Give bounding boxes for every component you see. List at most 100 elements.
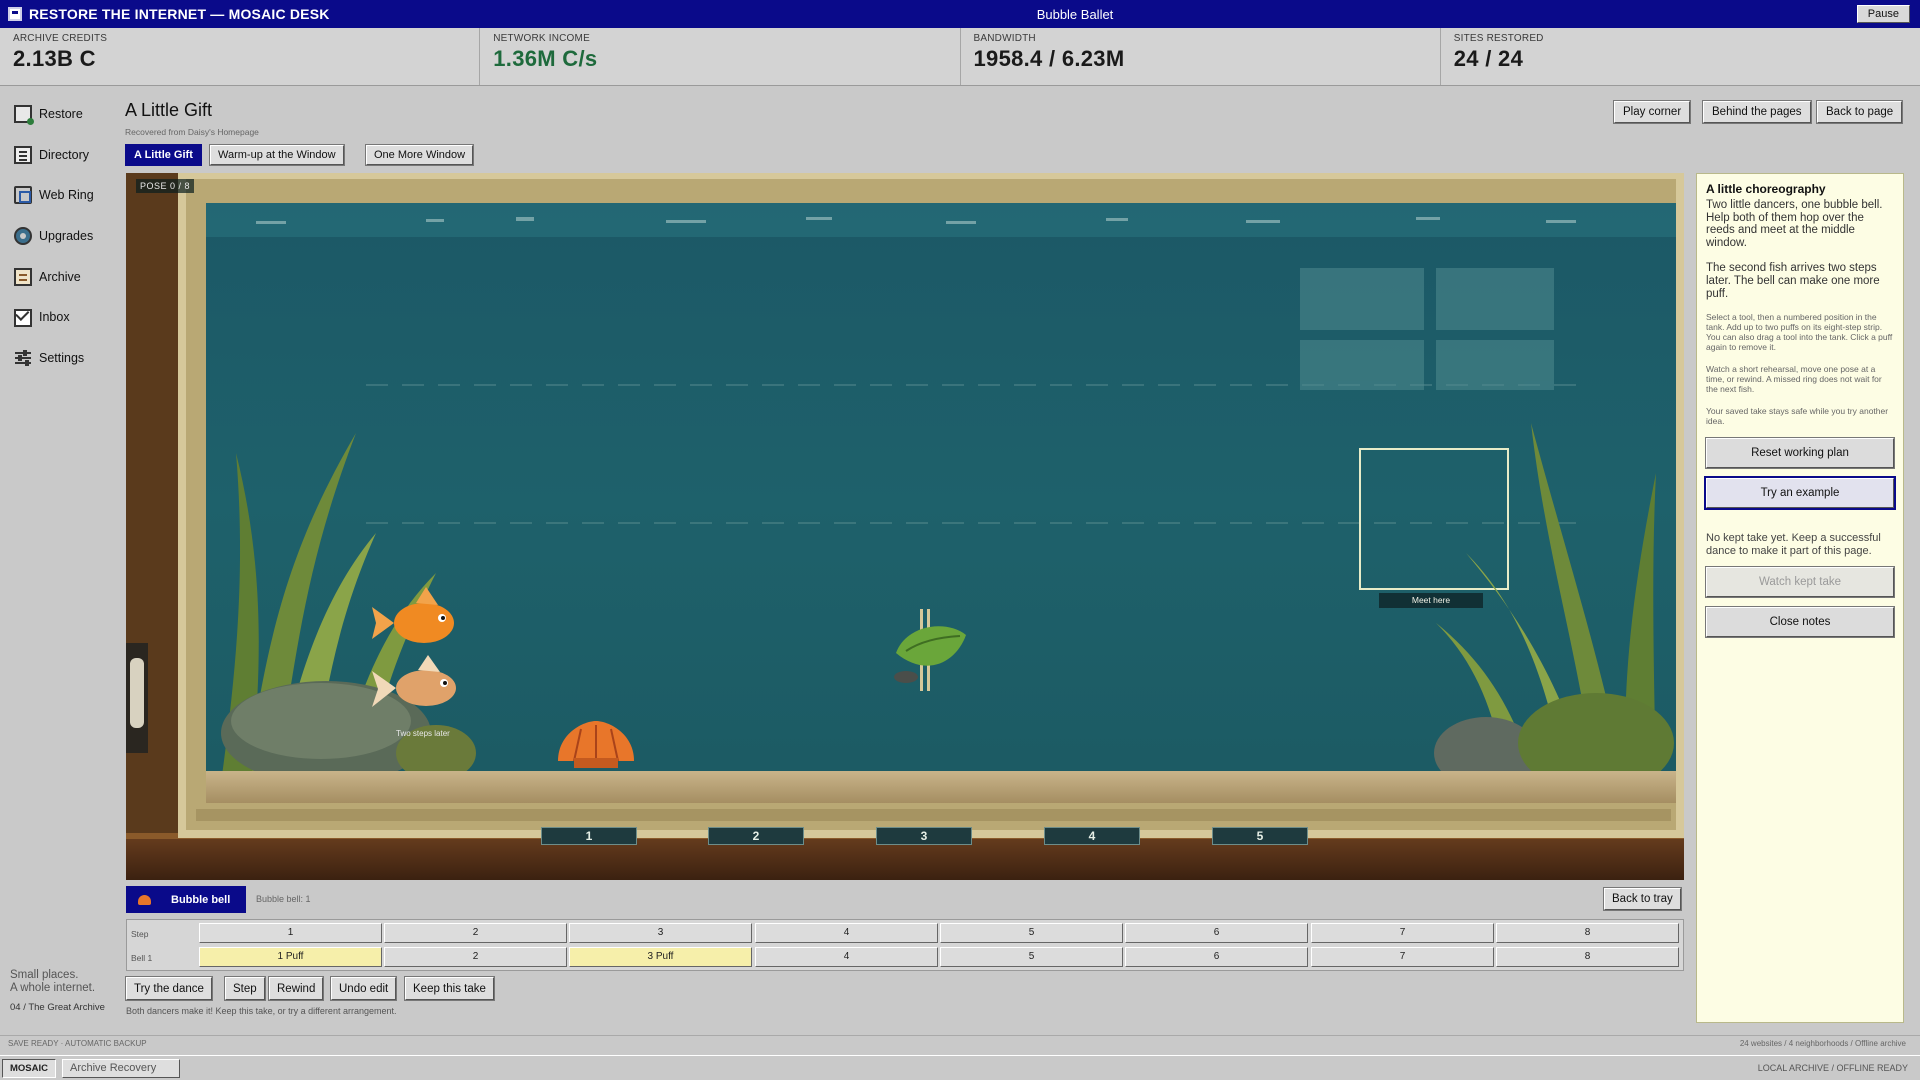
stats-bar: ARCHIVE CREDITS 2.13B C NETWORK INCOME 1… [0,28,1920,86]
close-notes-button[interactable]: Close notes [1705,606,1895,639]
position-slot[interactable]: 5 [1212,827,1308,845]
bell-cell-puff[interactable]: 1 Puff [199,947,382,967]
save-status: SAVE READY · AUTOMATIC BACKUP [8,1039,147,1048]
bell-cell[interactable]: 8 [1496,947,1679,967]
pose-counter: POSE 0 / 8 [136,179,195,193]
notes-title: A little choreography [1706,182,1826,196]
sidebar-item-label: Web Ring [39,188,94,202]
restore-icon [14,105,34,125]
watch-kept-take-button[interactable]: Watch kept take [1705,566,1895,599]
bell-cell[interactable]: 4 [755,947,938,967]
keep-this-take-button[interactable]: Keep this take [404,976,495,1001]
back-to-tray-button[interactable]: Back to tray [1603,887,1682,911]
step-cell: 6 [1125,923,1308,943]
play-corner-button[interactable]: Play corner [1612,100,1692,124]
sidebar-item-upgrades[interactable]: Upgrades [14,222,93,250]
sidebar-item-label: Restore [39,107,83,121]
aquarium-illustration [126,173,1684,880]
page-subtitle: Recovered from Daisy's Homepage [125,127,259,137]
tagline-line: A whole internet. [10,982,96,994]
bell-cell[interactable]: 2 [384,947,567,967]
upgrades-icon [14,227,32,245]
sidebar-item-archive[interactable]: Archive [14,263,81,291]
sidebar-item-restore[interactable]: Restore [14,100,83,128]
sidebar: Restore Directory Web Ring Upgrades Arch… [0,86,118,1031]
bell-cell-puff[interactable]: 3 Puff [569,947,752,967]
bell-cell[interactable]: 5 [940,947,1123,967]
web-ring-icon [14,186,32,204]
sidebar-item-label: Inbox [39,310,70,324]
step-button[interactable]: Step [224,976,266,1001]
stat-value: 24 / 24 [1453,46,1524,71]
aquarium-scene[interactable]: POSE 0 / 8 Two steps later Meet here 1 2… [126,173,1684,880]
position-slot[interactable]: 4 [1044,827,1140,845]
stat-sites-restored: SITES RESTORED 24 / 24 [1441,28,1920,85]
step-cell: 3 [569,923,752,943]
sidebar-item-directory[interactable]: Directory [14,141,89,169]
step-cell: 1 [199,923,382,943]
window-title: Bubble Ballet [1036,7,1114,22]
tagline-line: Small places. [10,969,79,981]
sidebar-item-settings[interactable]: Settings [14,344,84,372]
sand [206,771,1676,803]
stat-archive-credits: ARCHIVE CREDITS 2.13B C [0,28,481,85]
behind-the-pages-button[interactable]: Behind the pages [1702,100,1812,124]
stat-label: NETWORK INCOME [493,33,590,44]
sidebar-item-label: Settings [39,351,85,365]
back-to-page-button[interactable]: Back to page [1815,100,1904,124]
stat-value: 1958.4 / 6.23M [973,46,1125,71]
undo-edit-button[interactable]: Undo edit [329,976,398,1001]
second-fish-note: Two steps later [396,729,450,738]
step-cell: 4 [755,923,938,943]
bell-row: Bell 1 1 Puff 2 3 Puff 4 5 6 7 8 [127,946,1683,970]
bell-cell[interactable]: 7 [1311,947,1494,967]
taskbar: MOSAIC Archive Recovery LOCAL ARCHIVE / … [0,1055,1920,1080]
notes-paragraph: The second fish arrives two steps later.… [1706,262,1880,300]
tray-status: LOCAL ARCHIVE / OFFLINE READY [1757,1063,1908,1073]
settings-icon [14,349,32,367]
tab-warm-up-at-the-window[interactable]: Warm-up at the Window [209,144,345,166]
pause-button[interactable]: Pause [1856,5,1910,23]
mosaic-start-button[interactable]: MOSAIC [2,1059,56,1078]
tab-a-little-gift[interactable]: A Little Gift [125,144,202,166]
stat-value: 2.13B C [13,46,96,71]
reset-working-plan-button[interactable]: Reset working plan [1705,437,1895,470]
chapter-label: 04 / The Great Archive [10,1002,105,1013]
sidebar-item-inbox[interactable]: Inbox [14,303,70,331]
rewind-button[interactable]: Rewind [267,976,325,1001]
stat-network-income: NETWORK INCOME 1.36M C/s [480,28,961,85]
tab-one-more-window[interactable]: One More Window [364,144,475,166]
try-the-dance-button[interactable]: Try the dance [125,976,213,1001]
archive-summary: 24 websites / 4 neighborhoods / Offline … [1739,1039,1906,1048]
position-slot[interactable]: 2 [708,827,804,845]
row-label: Bell 1 [131,953,153,963]
step-cell: 5 [940,923,1123,943]
save-status-bar: SAVE READY · AUTOMATIC BACKUP 24 website… [0,1035,1920,1050]
sequence-strip: Step 1 2 3 4 5 6 7 8 Bell 1 1 Puff 2 3 P… [126,919,1684,971]
bell-cell[interactable]: 6 [1125,947,1308,967]
sidebar-item-web-ring[interactable]: Web Ring [14,181,94,209]
title-bar: RESTORE THE INTERNET — MOSAIC DESK Bubbl… [0,0,1920,28]
inbox-icon [14,309,32,327]
position-slot[interactable]: 1 [541,827,637,845]
notes-paragraph: Two little dancers, one bubble bell. Hel… [1706,199,1883,249]
try-an-example-button[interactable]: Try an example [1704,476,1896,511]
sidebar-tagline: Small places. A whole internet. [10,969,95,995]
notes-help: Select a tool, then a numbered position … [1706,312,1893,353]
directory-icon [14,146,32,164]
stat-label: ARCHIVE CREDITS [13,33,108,44]
sidebar-item-label: Upgrades [39,229,94,243]
notes-panel: A little choreography Two little dancers… [1696,173,1904,1023]
page-title: A Little Gift [125,100,213,120]
step-cell: 2 [384,923,567,943]
meet-here-label: Meet here [1379,593,1483,608]
bubble-bell-tool-chip[interactable]: Bubble bell [126,886,246,913]
tool-count: Bubble bell: 1 [256,894,311,904]
taskbar-window-archive-recovery[interactable]: Archive Recovery [62,1059,180,1078]
stat-bandwidth: BANDWIDTH 1958.4 / 6.23M [961,28,1441,85]
notes-help: Your saved take stays safe while you try… [1706,406,1889,427]
step-row: Step 1 2 3 4 5 6 7 8 [127,922,1683,946]
sidebar-item-label: Directory [39,148,90,162]
position-slot[interactable]: 3 [876,827,972,845]
stat-label: SITES RESTORED [1453,33,1544,44]
